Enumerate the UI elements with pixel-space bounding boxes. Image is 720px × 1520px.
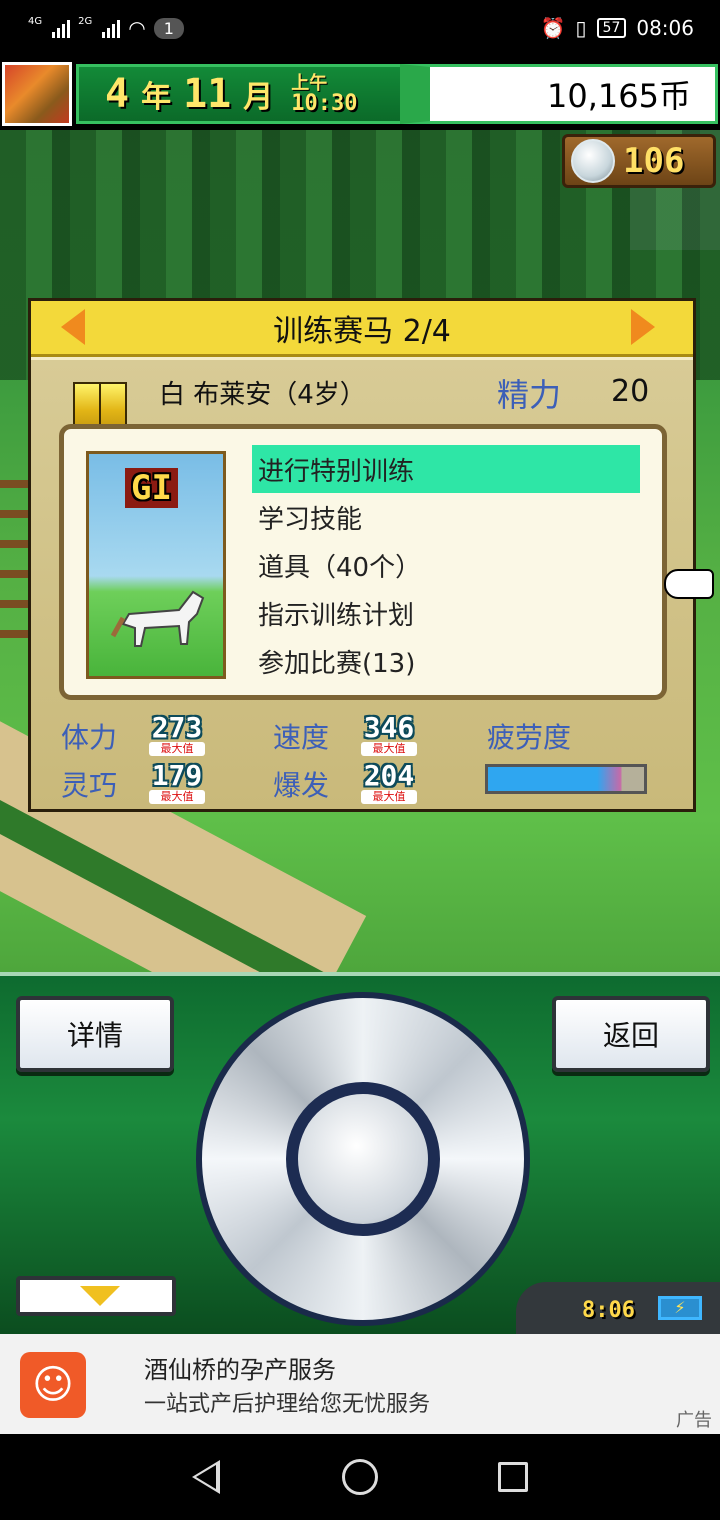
status-bar: 4G 2G ◠ 1 ⏰ ▯ 57 08:06 (0, 0, 720, 60)
ad-banner[interactable]: ☺ 酒仙桥的孕产服务 一站式产后护理给您无忧服务 广告 (0, 1334, 720, 1434)
menu-item-items[interactable]: 道具（40个） (252, 541, 640, 589)
ad-app-icon[interactable]: ☺ (20, 1352, 86, 1418)
fatigue-bar (485, 764, 647, 794)
speed-value: 346 (363, 711, 415, 744)
token-count: 106 (623, 141, 685, 181)
month-value: 11 (183, 71, 232, 117)
month-unit: 月 (243, 80, 274, 115)
action-menu-frame: GI 进行特别训练 学习技能 道具（40个） 指示训练计划 参加比赛(13) (59, 424, 714, 700)
year-unit: 年 (141, 80, 172, 115)
action-menu: 进行特别训练 学习技能 道具（40个） 指示训练计划 参加比赛(13) (252, 445, 640, 685)
money-display: 10,165币 (400, 64, 718, 124)
horse-coin-icon (571, 139, 615, 183)
season-thumbnail[interactable] (2, 62, 72, 126)
white-horse-icon (110, 590, 205, 647)
horse-name: 白 布莱安（4岁） (159, 380, 366, 410)
network-type-2: 2G (78, 16, 93, 27)
speed-stat: 346 最大值 (353, 711, 425, 756)
agility-value: 179 (151, 759, 203, 792)
nav-recents-icon[interactable] (498, 1462, 528, 1492)
details-button[interactable]: 详情 (16, 996, 174, 1072)
burst-stat: 204 最大值 (353, 759, 425, 804)
prev-arrow-icon[interactable] (61, 309, 85, 345)
device-clock-panel: 8:06 ⚡ (516, 1282, 720, 1338)
notification-badge: 1 (153, 17, 184, 39)
energy-label: 精力 (497, 376, 562, 414)
burst-label: 爆发 (273, 769, 330, 802)
app-screen: 4G 2G ◠ 1 ⏰ ▯ 57 08:06 4 年 11 月 上午 10:30… (0, 0, 720, 1520)
next-arrow-icon[interactable] (631, 309, 655, 345)
top-hud: 4 年 11 月 上午 10:30 10,165币 (0, 60, 720, 130)
time-display: 上午 10:30 (291, 74, 358, 116)
menu-item-learn-skill[interactable]: 学习技能 (252, 493, 640, 541)
battery-icon: 57 (596, 18, 627, 38)
vibrate-icon: ▯ (575, 16, 587, 40)
token-counter: 106 (562, 134, 716, 188)
agility-stat: 179 最大值 (141, 759, 213, 804)
nav-back-icon[interactable] (192, 1460, 220, 1494)
stamina-label: 体力 (61, 721, 118, 754)
max-tag: 最大值 (149, 742, 205, 756)
dpad-center-button[interactable] (286, 1082, 440, 1236)
horse-portrait: GI (86, 451, 226, 679)
menu-item-special-training[interactable]: 进行特别训练 (252, 445, 640, 493)
train-horse-dialog: 训练赛马 2/4 白 布莱安（4岁） 精力 20 GI 进行特别训练 学习技能 … (28, 298, 714, 812)
max-tag: 最大值 (361, 742, 417, 756)
collapse-button[interactable] (16, 1276, 176, 1316)
device-clock: 8:06 (582, 1298, 635, 1323)
navigation-bar (0, 1434, 720, 1520)
nav-home-icon[interactable] (342, 1459, 378, 1495)
fatigue-label: 疲劳度 (487, 721, 572, 754)
stamina-value: 273 (151, 711, 203, 744)
burst-value: 204 (363, 759, 415, 792)
alarm-icon: ⏰ (540, 16, 566, 40)
network-type-1: 4G (28, 16, 43, 27)
agility-label: 灵巧 (61, 769, 118, 802)
fence (0, 480, 30, 640)
pointer-hand-icon (664, 569, 714, 599)
menu-item-enter-race[interactable]: 参加比赛(13) (252, 637, 640, 685)
virtual-controller: 详情 返回 8:06 ⚡ (0, 972, 720, 1338)
dialog-title: 训练赛马 2/4 (273, 313, 451, 349)
grade-badge: GI (125, 468, 178, 508)
ad-tag: 广告 (676, 1410, 712, 1431)
date-display: 4 年 11 月 上午 10:30 (76, 64, 416, 124)
ad-title[interactable]: 酒仙桥的孕产服务 (144, 1350, 336, 1385)
dialog-header: 训练赛马 2/4 (31, 301, 693, 357)
horse-stats: 体力 273 最大值 速度 346 最大值 疲劳度 灵巧 179 最大值 爆发 (31, 710, 693, 806)
year-value: 4 (105, 71, 130, 117)
wifi-icon: ◠ (128, 16, 146, 40)
signal-icon-2 (102, 18, 121, 38)
menu-item-training-plan[interactable]: 指示训练计划 (252, 589, 640, 637)
speed-label: 速度 (273, 721, 330, 754)
status-time: 08:06 (636, 16, 694, 40)
chevron-down-icon (80, 1286, 120, 1306)
max-tag: 最大值 (149, 790, 205, 804)
dialog-body: 白 布莱安（4岁） 精力 20 GI 进行特别训练 学习技能 道具（40个） 指… (31, 360, 714, 809)
stamina-stat: 273 最大值 (141, 711, 213, 756)
signal-icon (52, 18, 71, 38)
status-left: 4G 2G ◠ 1 (28, 16, 184, 40)
back-button[interactable]: 返回 (552, 996, 710, 1072)
status-right: ⏰ ▯ 57 08:06 (541, 16, 694, 40)
game-clock: 10:30 (291, 91, 358, 116)
ad-subtitle[interactable]: 一站式产后护理给您无忧服务 (144, 1386, 430, 1418)
battery-charging-icon: ⚡ (658, 1296, 702, 1320)
energy-value: 20 (611, 374, 650, 409)
dpad[interactable] (196, 992, 530, 1326)
max-tag: 最大值 (361, 790, 417, 804)
